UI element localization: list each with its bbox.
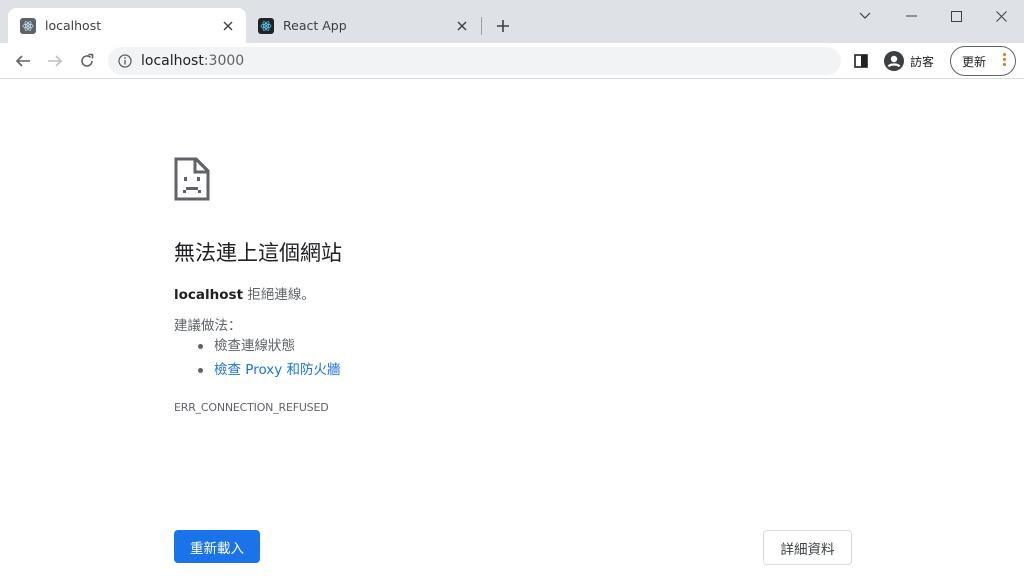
reload-button[interactable]: 重新載入 bbox=[174, 530, 260, 563]
browser-toolbar: localhost:3000 訪客 更新 bbox=[0, 43, 1024, 79]
error-code: ERR_CONNECTION_REFUSED bbox=[174, 401, 329, 414]
update-button[interactable]: 更新 bbox=[950, 46, 1016, 76]
reload-icon[interactable] bbox=[73, 47, 101, 75]
close-tab-icon[interactable] bbox=[454, 18, 470, 34]
error-host: localhost bbox=[174, 287, 244, 303]
tab-title: localhost bbox=[45, 18, 102, 33]
tab-localhost[interactable]: localhost bbox=[8, 8, 246, 43]
forward-icon[interactable] bbox=[41, 47, 69, 75]
profile-label: 訪客 bbox=[910, 54, 935, 69]
url-host: localhost bbox=[141, 53, 204, 69]
browser-titlebar: localhost React App bbox=[0, 0, 1024, 43]
list-item: 檢查連線狀態 bbox=[196, 334, 341, 358]
proxy-firewall-link[interactable]: 檢查 Proxy 和防火牆 bbox=[214, 362, 341, 378]
suggestions-title: 建議做法： bbox=[174, 318, 242, 334]
suggestions-list: 檢查連線狀態 檢查 Proxy 和防火牆 bbox=[196, 334, 341, 382]
new-tab-button[interactable] bbox=[491, 14, 515, 38]
update-label: 更新 bbox=[962, 54, 987, 69]
tab-separator bbox=[481, 17, 482, 35]
maximize-icon[interactable] bbox=[933, 0, 979, 32]
tab-react-app[interactable]: React App bbox=[246, 8, 480, 43]
tab-title: React App bbox=[283, 18, 347, 33]
close-tab-icon[interactable] bbox=[220, 18, 236, 34]
react-icon bbox=[20, 17, 36, 34]
sad-page-icon bbox=[174, 157, 210, 201]
error-heading: 無法連上這個網站 bbox=[174, 241, 342, 265]
details-button[interactable]: 詳細資料 bbox=[763, 530, 852, 565]
back-icon[interactable] bbox=[9, 47, 37, 75]
react-icon bbox=[258, 17, 274, 34]
close-window-icon[interactable] bbox=[978, 0, 1024, 32]
side-panel-icon[interactable] bbox=[847, 47, 875, 75]
url-port: :3000 bbox=[203, 53, 245, 69]
more-menu-icon bbox=[1003, 53, 1006, 66]
address-bar[interactable]: localhost:3000 bbox=[108, 47, 841, 75]
suggestion-text: 檢查連線狀態 bbox=[214, 338, 295, 354]
list-item: 檢查 Proxy 和防火牆 bbox=[196, 358, 341, 382]
avatar-icon bbox=[884, 51, 904, 71]
minimize-icon[interactable] bbox=[888, 0, 934, 32]
profile-button[interactable]: 訪客 bbox=[880, 47, 944, 75]
error-summary: localhost 拒絕連線。 bbox=[174, 283, 315, 303]
info-icon[interactable] bbox=[118, 54, 132, 68]
error-page: 無法連上這個網站 localhost 拒絕連線。 建議做法： 檢查連線狀態 檢查… bbox=[0, 80, 1024, 587]
tab-search-icon[interactable] bbox=[842, 0, 888, 32]
error-summary-text: 拒絕連線。 bbox=[243, 287, 315, 303]
